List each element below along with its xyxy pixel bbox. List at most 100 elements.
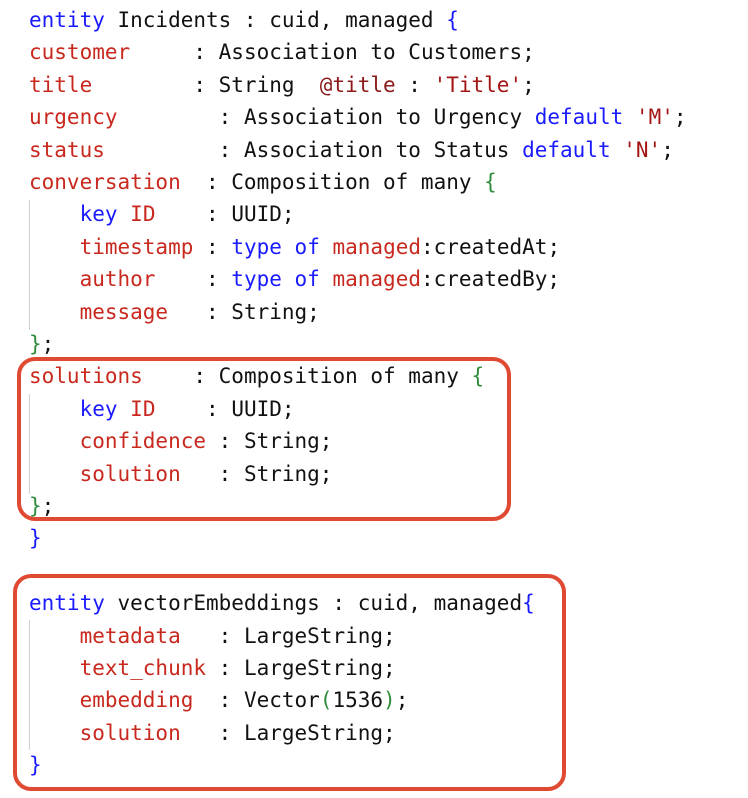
code-line: solution : String;	[29, 458, 333, 490]
code-editor[interactable]: entity Incidents : cuid, managed {custom…	[0, 0, 748, 798]
code-token: : UUID;	[155, 396, 295, 421]
code-token: metadata	[79, 623, 181, 648]
code-token: of	[294, 267, 320, 292]
code-token: ;	[41, 494, 55, 518]
code-token: :	[193, 234, 232, 259]
code-line: key ID : UUID;	[29, 393, 295, 425]
code-line: solutions : Composition of many {	[29, 360, 484, 392]
code-line: }	[29, 749, 42, 781]
code-token: {	[446, 8, 459, 32]
code-token: (	[319, 688, 333, 713]
code-token: : String	[92, 72, 320, 97]
code-token: ;	[673, 105, 687, 130]
code-token: }	[29, 494, 42, 518]
code-token: : String;	[180, 461, 333, 486]
code-line: entity Incidents : cuid, managed {	[29, 4, 459, 36]
code-token: {	[471, 364, 485, 389]
code-token: 'N'	[623, 137, 662, 162]
code-token: default	[522, 137, 611, 162]
code-token: 'M'	[635, 105, 674, 130]
code-line: };	[29, 328, 54, 360]
code-token: managed	[332, 234, 422, 259]
code-token: : LargeString;	[180, 720, 396, 745]
code-token: text_chunk	[79, 656, 207, 680]
code-line: embedding : Vector(1536);	[29, 684, 409, 716]
code-token: title	[29, 72, 93, 97]
code-line: title : String @title : 'Title';	[29, 69, 535, 101]
code-token: author	[79, 267, 156, 292]
code-token: {	[522, 591, 535, 616]
code-token: message	[79, 299, 169, 324]
code-token: :createdAt;	[421, 234, 561, 259]
code-token: :createdBy;	[421, 267, 561, 292]
code-line: };	[29, 490, 54, 522]
code-line: solution : LargeString;	[29, 717, 396, 749]
code-token: default	[534, 105, 624, 130]
code-token: ;	[661, 137, 674, 162]
code-token: )	[383, 688, 396, 713]
code-token: }	[29, 753, 42, 778]
code-token: : LargeString;	[180, 623, 396, 648]
code-line: author : type of managed:createdBy;	[29, 263, 561, 295]
code-token: : String;	[206, 429, 333, 454]
code-token: solutions	[29, 364, 143, 389]
code-token: ;	[522, 72, 535, 97]
code-token: 'Title'	[433, 72, 523, 97]
code-line: status : Association to Status default '…	[29, 134, 674, 166]
code-line: urgency : Association to Urgency default…	[29, 101, 687, 133]
code-line: timestamp : type of managed:createdAt;	[29, 231, 561, 263]
code-token: }	[29, 332, 42, 356]
code-line: customer : Association to Customers;	[29, 36, 535, 68]
code-line: conversation : Composition of many {	[29, 166, 497, 198]
code-token: @title	[319, 72, 396, 97]
code-token: solution	[79, 461, 181, 486]
code-token: managed	[332, 267, 421, 292]
code-token: ID	[130, 396, 156, 421]
code-line: entity vectorEmbeddings : cuid, managed{	[29, 587, 535, 619]
code-token: key	[79, 396, 118, 421]
code-token: urgency	[29, 105, 118, 130]
code-token: customer	[29, 40, 131, 65]
code-token: ;	[395, 688, 409, 713]
code-token: }	[29, 526, 42, 551]
code-token: type	[231, 234, 282, 259]
code-line: text_chunk : LargeString;	[29, 652, 396, 684]
code-token: ;	[41, 332, 55, 356]
code-token: : Association to Urgency	[117, 105, 535, 130]
code-token: : Association to Customers;	[130, 40, 535, 65]
code-token: :	[395, 72, 434, 97]
code-token: confidence	[79, 429, 207, 454]
code-token: key	[79, 202, 118, 227]
code-token: conversation	[29, 170, 181, 194]
code-token: timestamp	[79, 234, 194, 259]
code-line: metadata : LargeString;	[29, 620, 396, 652]
code-token: : Composition of many	[142, 364, 472, 389]
code-line: }	[29, 522, 42, 554]
code-token: embedding	[79, 688, 194, 713]
code-token: status	[29, 137, 105, 162]
code-token: : String;	[168, 299, 320, 324]
code-token: ID	[130, 202, 156, 227]
code-line: key ID : UUID;	[29, 198, 295, 230]
code-line: confidence : String;	[29, 425, 333, 457]
code-token: entity	[29, 591, 105, 616]
code-token: : Vector	[193, 688, 320, 713]
code-token: : Composition of many	[180, 170, 485, 194]
